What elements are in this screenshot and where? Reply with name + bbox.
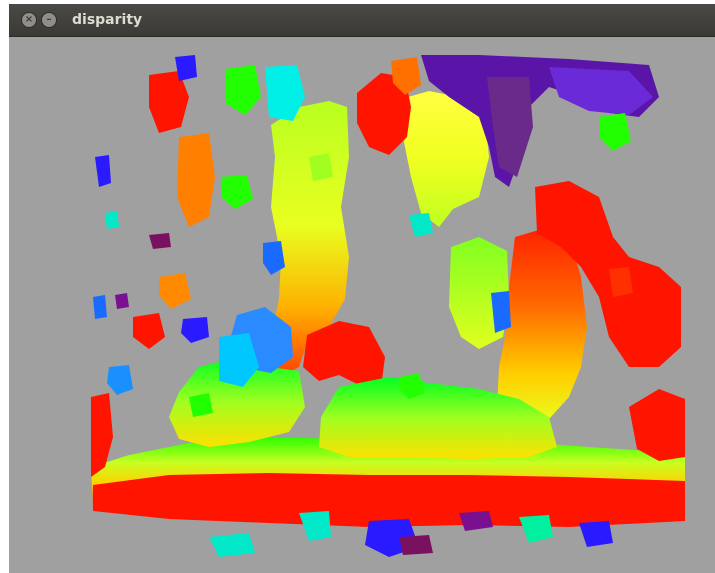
window-title: disparity [72, 12, 143, 28]
minimize-glyph: – [46, 14, 52, 25]
window-titlebar[interactable]: × – disparity [9, 4, 715, 37]
minimize-icon[interactable]: – [41, 12, 57, 28]
disparity-window: × – disparity [9, 4, 715, 573]
disparity-image-area [9, 37, 715, 573]
close-icon[interactable]: × [21, 12, 37, 28]
close-glyph: × [24, 14, 34, 25]
disparity-map-image [91, 55, 685, 557]
